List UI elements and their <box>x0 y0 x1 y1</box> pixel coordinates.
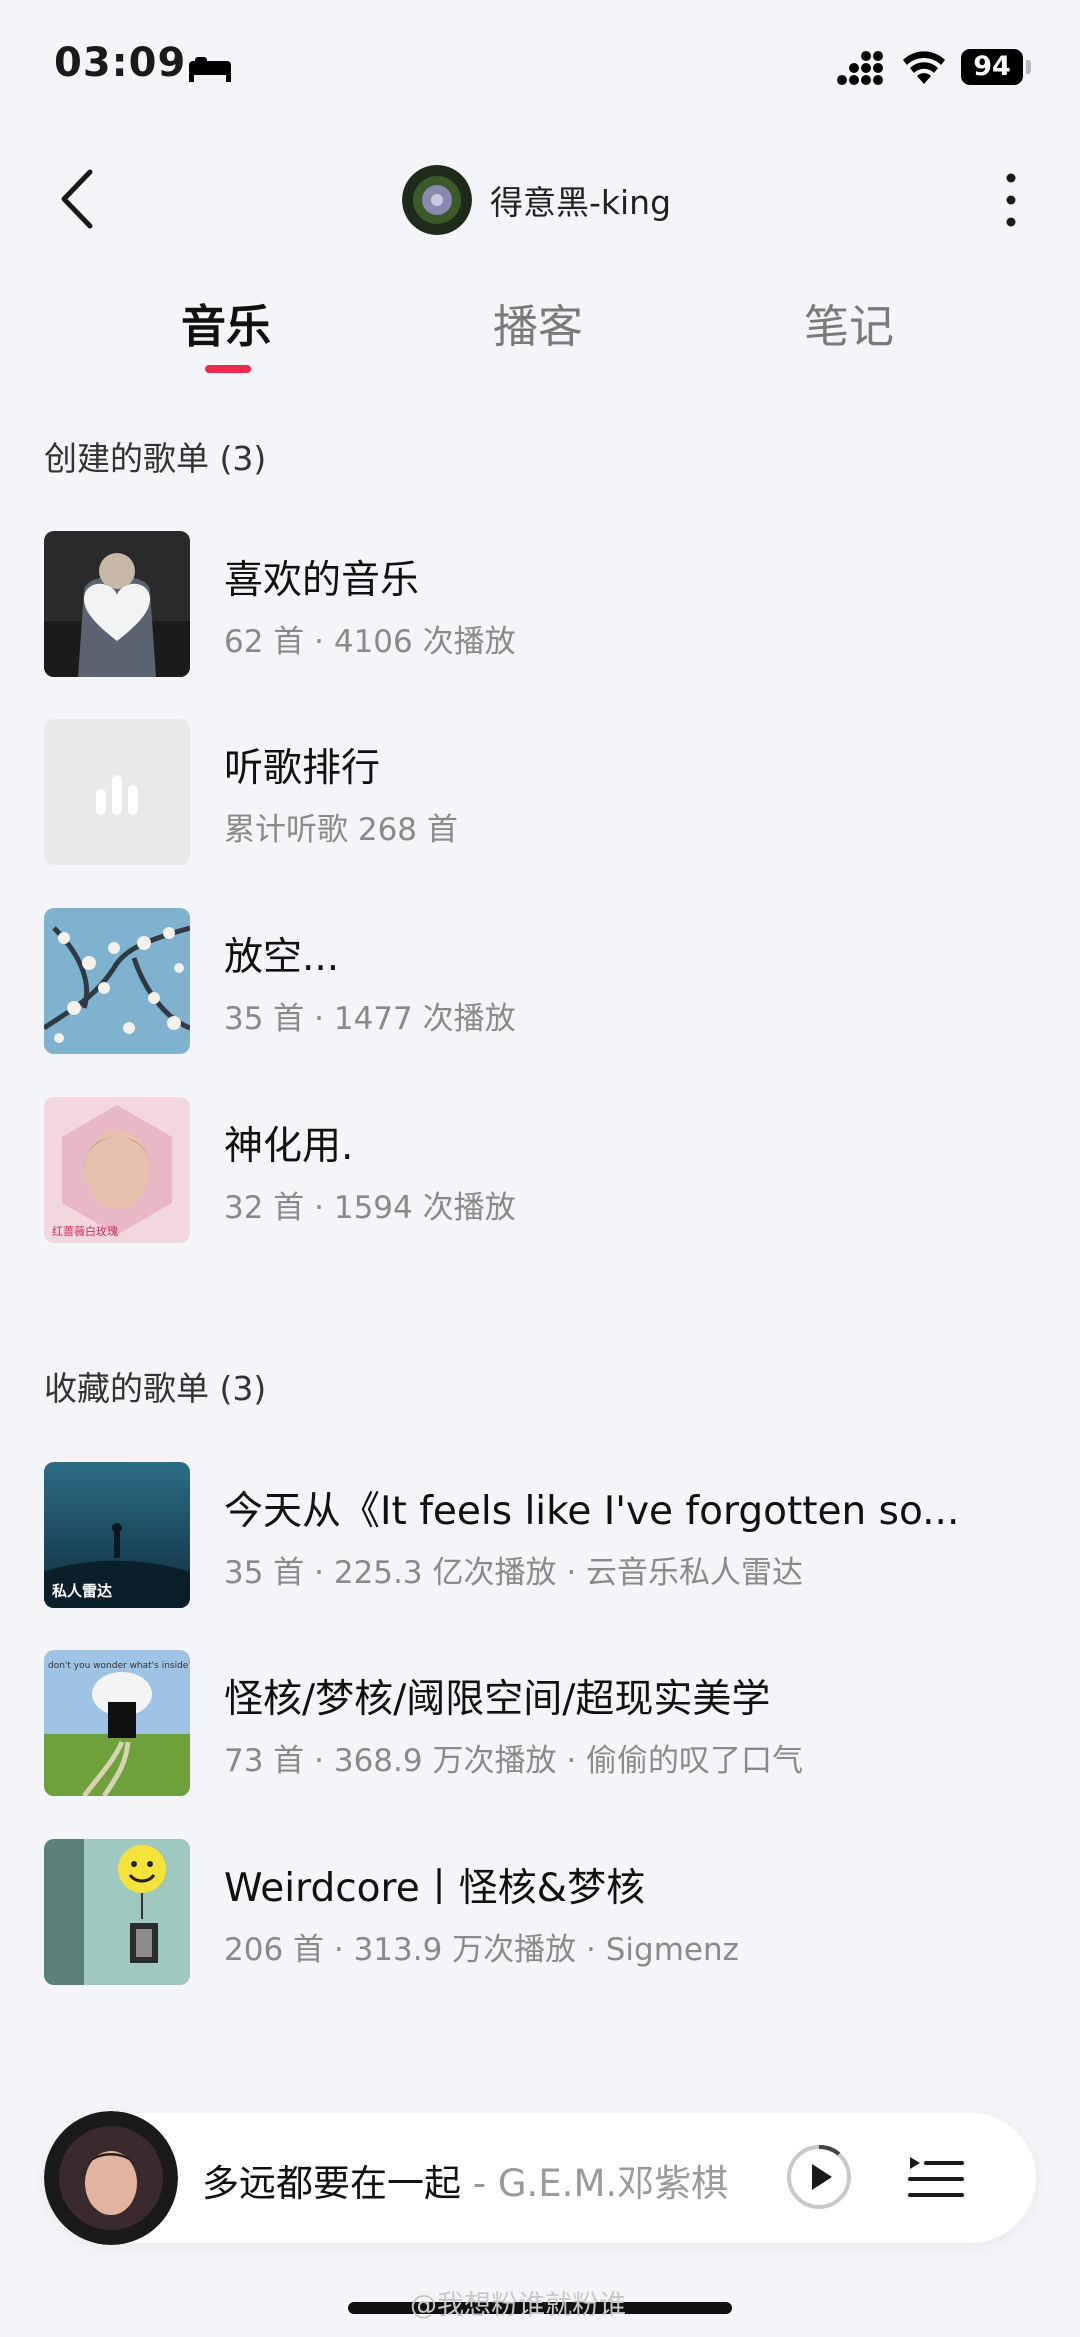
playlist-cover: don't you wonder what's inside? <box>44 1650 190 1796</box>
user-avatar[interactable] <box>402 165 472 235</box>
tab-podcast[interactable]: 播客 <box>493 290 583 355</box>
cover-text: don't you wonder what's inside? <box>48 1661 190 1671</box>
cover-text: 红蔷薇白玫瑰 <box>52 1224 118 1238</box>
playlist-title: Weirdcore丨怪核&梦核 <box>224 1866 646 1911</box>
playlist-cover <box>44 531 190 677</box>
tab-music[interactable]: 音乐 <box>181 290 271 355</box>
playlist-cover <box>44 719 190 865</box>
playlist-subtitle: 35 首 · 1477 次播放 <box>224 1001 516 1037</box>
now-playing-artist: - G.E.M.邓紫棋 <box>461 2162 729 2205</box>
collected-playlists-title: 收藏的歌单 (3) <box>44 1369 267 1408</box>
active-tab-indicator <box>205 365 251 373</box>
playlist-cover <box>44 908 190 1054</box>
play-icon[interactable] <box>786 2144 852 2210</box>
created-playlists-title: 创建的歌单 (3) <box>44 439 267 478</box>
playlist-title: 怪核/梦核/阈限空间/超现实美学 <box>224 1677 771 1722</box>
watermark: @我想粉谁就粉谁 <box>410 2290 626 2321</box>
battery-level: 94 <box>961 49 1023 85</box>
playlist-row-radar[interactable]: 私人雷达 今天从《It feels like I've forgotten so… <box>44 1462 1044 1608</box>
user-name: 得意黑-king <box>490 183 672 222</box>
playlist-subtitle: 累计听歌 268 首 <box>224 812 458 848</box>
playlist-subtitle: 73 首 · 368.9 万次播放 · 偷偷的叹了口气 <box>224 1743 804 1779</box>
playlist-row-ranking[interactable]: 听歌排行 累计听歌 268 首 <box>44 719 1044 865</box>
playlist-row-weirdcore-1[interactable]: don't you wonder what's inside? 怪核/梦核/阈限… <box>44 1650 1044 1796</box>
sleep-focus-icon <box>189 57 231 82</box>
playlist-row-shenhua[interactable]: 红蔷薇白玫瑰 神化用. 32 首 · 1594 次播放 <box>44 1097 1044 1243</box>
back-icon[interactable] <box>52 164 100 234</box>
cover-text: 私人雷达 <box>51 1582 112 1600</box>
playlist-title: 放空... <box>224 935 340 980</box>
playlist-row-weirdcore-2[interactable]: Weirdcore丨怪核&梦核 206 首 · 313.9 万次播放 · Sig… <box>44 1839 1044 1985</box>
avatar-image <box>402 165 472 235</box>
playlist-cover: 私人雷达 <box>44 1462 190 1608</box>
status-time: 03:09 <box>54 40 187 86</box>
playlist-title: 听歌排行 <box>224 746 381 791</box>
playlist-subtitle: 32 首 · 1594 次播放 <box>224 1190 516 1226</box>
playlist-title: 喜欢的音乐 <box>224 558 420 603</box>
cellular-signal-icon <box>837 51 883 85</box>
playlist-subtitle: 35 首 · 225.3 亿次播放 · 云音乐私人雷达 <box>224 1555 804 1591</box>
now-playing-cover[interactable] <box>44 2111 178 2245</box>
playlist-queue-icon[interactable] <box>906 2153 964 2203</box>
playlist-title: 神化用. <box>224 1124 354 1169</box>
now-playing-song: 多远都要在一起 <box>202 2162 461 2205</box>
ranking-chart-icon <box>44 719 190 865</box>
playlist-cover: 红蔷薇白玫瑰 <box>44 1097 190 1243</box>
status-bar: 03:09 94 <box>0 0 1080 135</box>
user-chip[interactable]: 得意黑-king <box>402 164 671 236</box>
now-playing-text: 多远都要在一起 - G.E.M.邓紫棋 <box>202 2153 728 2207</box>
playlist-subtitle: 206 首 · 313.9 万次播放 · Sigmenz <box>224 1932 739 1968</box>
more-options-icon[interactable] <box>1000 168 1022 232</box>
playlist-row-liked[interactable]: 喜欢的音乐 62 首 · 4106 次播放 <box>44 531 1044 677</box>
battery-tip <box>1026 60 1031 74</box>
playlist-title: 今天从《It feels like I've forgotten so... <box>224 1489 960 1534</box>
playlist-cover <box>44 1839 190 1985</box>
mini-player[interactable]: 多远都要在一起 - G.E.M.邓紫棋 <box>44 2111 1036 2245</box>
playlist-row-fangkong[interactable]: 放空... 35 首 · 1477 次播放 <box>44 908 1044 1054</box>
playlist-subtitle: 62 首 · 4106 次播放 <box>224 624 516 660</box>
wifi-icon <box>903 51 945 84</box>
tab-notes[interactable]: 笔记 <box>804 290 894 355</box>
profile-page: 03:09 94 得意黑-king 音乐 播客 笔记 创建的歌单 (3) 喜欢的… <box>0 0 1080 2337</box>
